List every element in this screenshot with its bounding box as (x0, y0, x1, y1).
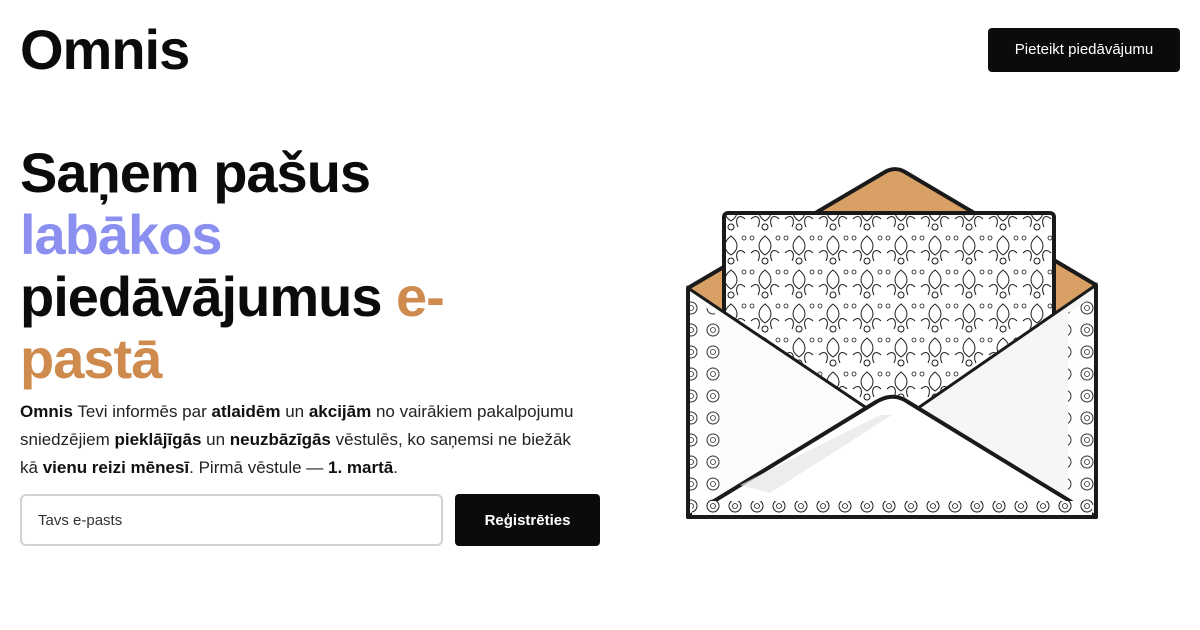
email-input[interactable] (20, 494, 443, 546)
headline-line-1: Saņem pašus (20, 141, 371, 204)
desc-text: un (201, 430, 230, 449)
submit-offer-button[interactable]: Pieteikt piedāvājumu (988, 28, 1180, 72)
headline-offers: piedāvājumus (20, 265, 382, 328)
headline-accent-email-a: e- (396, 265, 445, 328)
hero-headline: Saņem pašus labākos piedāvājumus e- past… (20, 142, 580, 390)
desc-bold: 1. martā (328, 458, 394, 477)
headline-accent-best: labākos (20, 203, 223, 266)
desc-brand: Omnis (20, 402, 73, 421)
desc-bold: neuzbāzīgās (229, 430, 331, 449)
headline-accent-email-b: pastā (20, 327, 162, 390)
desc-text: . (393, 458, 398, 477)
register-button[interactable]: Reģistrēties (455, 494, 600, 546)
desc-text: . Pirmā vēstule — (189, 458, 329, 477)
desc-text: Tevi informēs par (72, 402, 212, 421)
hero-description: Omnis Tevi informēs par atlaidēm un akci… (20, 398, 590, 482)
desc-text: un (280, 402, 309, 421)
desc-bold: pieklājīgās (114, 430, 202, 449)
logo[interactable]: Omnis (20, 18, 190, 82)
envelope-left-edge-ornament (688, 295, 720, 505)
envelope-bottom-border (692, 501, 1092, 517)
desc-bold: akcijām (308, 402, 372, 421)
desc-bold: atlaidēm (211, 402, 281, 421)
envelope-illustration-icon (686, 167, 1098, 519)
desc-bold: vienu reizi mēnesī (42, 458, 190, 477)
envelope-right-edge-ornament (1068, 295, 1096, 505)
